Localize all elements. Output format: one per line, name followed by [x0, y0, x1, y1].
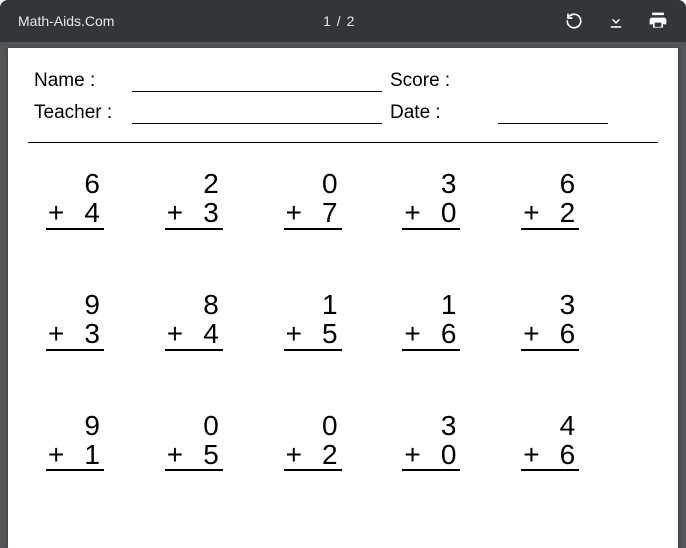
print-icon[interactable] [648, 11, 668, 31]
date-field-line [498, 104, 608, 124]
addend-bottom-row: +5 [284, 319, 342, 350]
addend-bottom-row: +2 [284, 440, 342, 471]
addition-problem: 8+4 [165, 290, 223, 351]
rotate-icon[interactable] [564, 11, 584, 31]
operator: + [402, 319, 420, 348]
toolbar-actions [564, 11, 668, 31]
addition-problem: 9+3 [46, 290, 104, 351]
addend-top: 0 [284, 169, 342, 198]
addend-bottom-row: +3 [46, 319, 104, 350]
addend-bottom: 5 [183, 440, 223, 469]
addend-bottom: 1 [64, 440, 104, 469]
addend-bottom: 0 [421, 440, 461, 469]
addend-bottom: 4 [183, 319, 223, 348]
document-title: Math-Aids.Com [18, 13, 114, 29]
operator: + [165, 319, 183, 348]
problems-grid: 6+42+30+73+06+29+38+41+51+63+69+10+50+23… [28, 151, 658, 471]
addend-bottom-row: +6 [521, 440, 579, 471]
addend-bottom: 5 [302, 319, 342, 348]
addend-bottom: 3 [183, 198, 223, 227]
operator: + [46, 440, 64, 469]
addend-top: 6 [46, 169, 104, 198]
addition-problem: 3+0 [402, 169, 460, 230]
worksheet-page: Name : Score : Teacher : Date : 6+42+30+… [8, 48, 678, 548]
operator: + [402, 198, 420, 227]
addend-top: 9 [46, 411, 104, 440]
addend-bottom: 3 [64, 319, 104, 348]
addition-problem: 0+7 [284, 169, 342, 230]
viewer-toolbar: Math-Aids.Com 1 / 2 [0, 0, 686, 42]
addend-top: 8 [165, 290, 223, 319]
addition-problem: 1+5 [284, 290, 342, 351]
addend-bottom: 2 [302, 440, 342, 469]
addition-problem: 1+6 [402, 290, 460, 351]
page-indicator: 1 / 2 [114, 13, 564, 29]
addend-bottom-row: +6 [521, 319, 579, 350]
name-field-line [132, 72, 382, 92]
addend-bottom: 6 [540, 319, 580, 348]
addition-problem: 3+6 [521, 290, 579, 351]
name-label: Name : [34, 70, 124, 92]
addition-problem: 9+1 [46, 411, 104, 472]
addend-bottom: 7 [302, 198, 342, 227]
addend-bottom-row: +7 [284, 198, 342, 229]
addend-bottom-row: +5 [165, 440, 223, 471]
addition-problem: 3+0 [402, 411, 460, 472]
operator: + [165, 198, 183, 227]
operator: + [46, 319, 64, 348]
operator: + [46, 198, 64, 227]
addend-bottom-row: +4 [46, 198, 104, 229]
teacher-field-line [132, 104, 382, 124]
worksheet-header: Name : Score : Teacher : Date : [28, 70, 658, 124]
operator: + [284, 319, 302, 348]
addition-problem: 0+5 [165, 411, 223, 472]
addition-problem: 0+2 [284, 411, 342, 472]
addend-top: 1 [402, 290, 460, 319]
addend-bottom: 6 [421, 319, 461, 348]
operator: + [521, 440, 539, 469]
addend-bottom-row: +1 [46, 440, 104, 471]
addend-top: 4 [521, 411, 579, 440]
operator: + [284, 440, 302, 469]
operator: + [521, 319, 539, 348]
score-label: Score : [390, 70, 460, 92]
operator: + [402, 440, 420, 469]
header-divider [28, 142, 658, 143]
pdf-viewer: Math-Aids.Com 1 / 2 [0, 0, 686, 548]
teacher-label: Teacher : [34, 102, 124, 124]
addend-top: 0 [284, 411, 342, 440]
date-label: Date : [390, 102, 460, 124]
addition-problem: 6+4 [46, 169, 104, 230]
addition-problem: 6+2 [521, 169, 579, 230]
addend-bottom: 2 [540, 198, 580, 227]
addition-problem: 4+6 [521, 411, 579, 472]
addend-bottom-row: +3 [165, 198, 223, 229]
addend-top: 3 [521, 290, 579, 319]
operator: + [165, 440, 183, 469]
operator: + [284, 198, 302, 227]
addend-bottom-row: +0 [402, 440, 460, 471]
addend-top: 2 [165, 169, 223, 198]
addend-bottom-row: +4 [165, 319, 223, 350]
addend-top: 0 [165, 411, 223, 440]
addend-bottom-row: +6 [402, 319, 460, 350]
addend-top: 3 [402, 411, 460, 440]
addend-bottom: 4 [64, 198, 104, 227]
addend-top: 1 [284, 290, 342, 319]
addend-top: 6 [521, 169, 579, 198]
addend-top: 9 [46, 290, 104, 319]
addend-bottom-row: +0 [402, 198, 460, 229]
addend-top: 3 [402, 169, 460, 198]
addend-bottom: 6 [540, 440, 580, 469]
download-icon[interactable] [606, 11, 626, 31]
addend-bottom-row: +2 [521, 198, 579, 229]
addend-bottom: 0 [421, 198, 461, 227]
page-area: Name : Score : Teacher : Date : 6+42+30+… [0, 42, 686, 548]
operator: + [521, 198, 539, 227]
addition-problem: 2+3 [165, 169, 223, 230]
